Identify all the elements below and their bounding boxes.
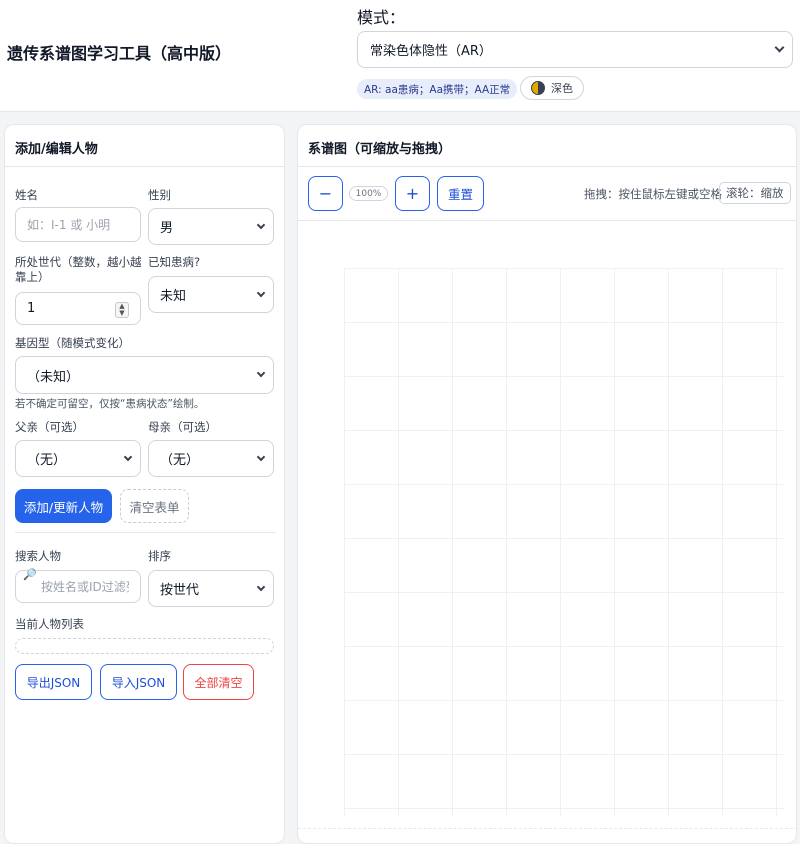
zoom-level: 100% bbox=[349, 186, 388, 201]
sort-select-value: 按世代 bbox=[160, 583, 200, 598]
name-input[interactable]: 如：I-1 或 小明 bbox=[15, 207, 141, 242]
mother-select[interactable]: （无） bbox=[148, 440, 274, 477]
chevron-down-icon bbox=[774, 42, 785, 53]
toolbar-divider bbox=[298, 220, 796, 221]
app-title: 遗传系谱图学习工具（高中版） bbox=[7, 44, 232, 63]
wheel-hint: 滚轮：缩放 bbox=[719, 182, 791, 204]
app-header: 遗传系谱图学习工具（高中版） 模式： 常染色体隐性（AR） AR: aa患病；A… bbox=[0, 0, 800, 112]
search-placeholder: 按姓名或ID过滤列表 bbox=[41, 580, 129, 594]
father-select[interactable]: （无） bbox=[15, 440, 141, 477]
name-placeholder: 如：I-1 或 小明 bbox=[27, 218, 111, 232]
genotype-note: 若不确定可留空，仅按“患病状态”绘制。 bbox=[15, 398, 205, 410]
chevron-down-icon bbox=[256, 452, 266, 462]
chevron-down-icon bbox=[256, 368, 266, 378]
sex-select[interactable]: 男 bbox=[148, 208, 274, 245]
pedigree-panel: 系谱图（可缩放与拖拽） − 100% + 重置 拖拽：按住鼠标左键或空格 滚轮：… bbox=[297, 124, 797, 844]
name-label: 姓名 bbox=[15, 188, 38, 202]
theme-icon bbox=[531, 81, 545, 95]
generation-input[interactable]: 1 ▲ ▼ bbox=[15, 292, 141, 325]
pedigree-panel-title: 系谱图（可缩放与拖拽） bbox=[298, 125, 796, 167]
affected-label: 已知患病? bbox=[148, 255, 201, 269]
add-person-button[interactable]: 添加/更新人物 bbox=[15, 489, 112, 523]
chevron-down-icon bbox=[256, 582, 266, 592]
mother-select-value: （无） bbox=[160, 453, 200, 468]
father-label: 父亲（可选） bbox=[15, 420, 84, 434]
clear-all-button[interactable]: 全部清空 bbox=[183, 664, 254, 700]
genotype-label: 基因型（随模式变化） bbox=[15, 336, 130, 350]
affected-select[interactable]: 未知 bbox=[148, 276, 274, 313]
sort-label: 排序 bbox=[148, 549, 171, 563]
zoom-in-button[interactable]: + bbox=[395, 176, 430, 211]
affected-select-value: 未知 bbox=[160, 289, 187, 304]
chevron-down-icon bbox=[256, 220, 266, 230]
zoom-out-button[interactable]: − bbox=[308, 176, 343, 211]
drag-hint: 拖拽：按住鼠标左键或空格 bbox=[584, 187, 722, 201]
mother-label: 母亲（可选） bbox=[148, 420, 217, 434]
sort-select[interactable]: 按世代 bbox=[148, 570, 274, 607]
mode-label: 模式： bbox=[357, 8, 406, 27]
chevron-down-icon bbox=[256, 288, 266, 298]
generation-value: 1 bbox=[27, 301, 36, 316]
search-label: 搜索人物 bbox=[15, 549, 61, 563]
mode-hint-badge: AR: aa患病；Aa携带；AA正常 bbox=[357, 79, 518, 99]
search-input[interactable]: 🔎 按姓名或ID过滤列表 bbox=[15, 568, 141, 603]
person-form-panel: 添加/编辑人物 姓名 如：I-1 或 小明 性别 男 所处世代（整数，越小越靠上… bbox=[4, 124, 285, 844]
search-icon: 🔎 bbox=[23, 568, 37, 581]
sex-label: 性别 bbox=[148, 188, 171, 202]
reset-view-button[interactable]: 重置 bbox=[437, 176, 484, 211]
export-json-button[interactable]: 导出JSON bbox=[15, 664, 92, 700]
canvas-bottom-divider bbox=[298, 828, 796, 829]
theme-toggle-button[interactable]: 深色 bbox=[520, 76, 584, 100]
stepper-icon[interactable]: ▲ ▼ bbox=[115, 302, 129, 318]
generation-label: 所处世代（整数，越小越靠上） bbox=[15, 255, 142, 284]
person-list-label: 当前人物列表 bbox=[15, 617, 84, 631]
clear-form-button[interactable]: 清空表单 bbox=[120, 489, 189, 523]
form-panel-title: 添加/编辑人物 bbox=[5, 125, 284, 167]
genotype-select[interactable]: （未知） bbox=[15, 356, 274, 394]
pedigree-canvas[interactable] bbox=[344, 268, 784, 816]
mode-select[interactable]: 常染色体隐性（AR） bbox=[357, 31, 793, 68]
divider bbox=[15, 532, 276, 533]
sex-select-value: 男 bbox=[160, 221, 174, 236]
person-list bbox=[15, 638, 274, 654]
import-json-button[interactable]: 导入JSON bbox=[100, 664, 177, 700]
chevron-down-icon bbox=[123, 452, 133, 462]
mode-select-value: 常染色体隐性（AR） bbox=[370, 44, 492, 59]
father-select-value: （无） bbox=[27, 453, 67, 468]
genotype-select-value: （未知） bbox=[27, 369, 80, 385]
theme-toggle-label: 深色 bbox=[551, 82, 573, 95]
